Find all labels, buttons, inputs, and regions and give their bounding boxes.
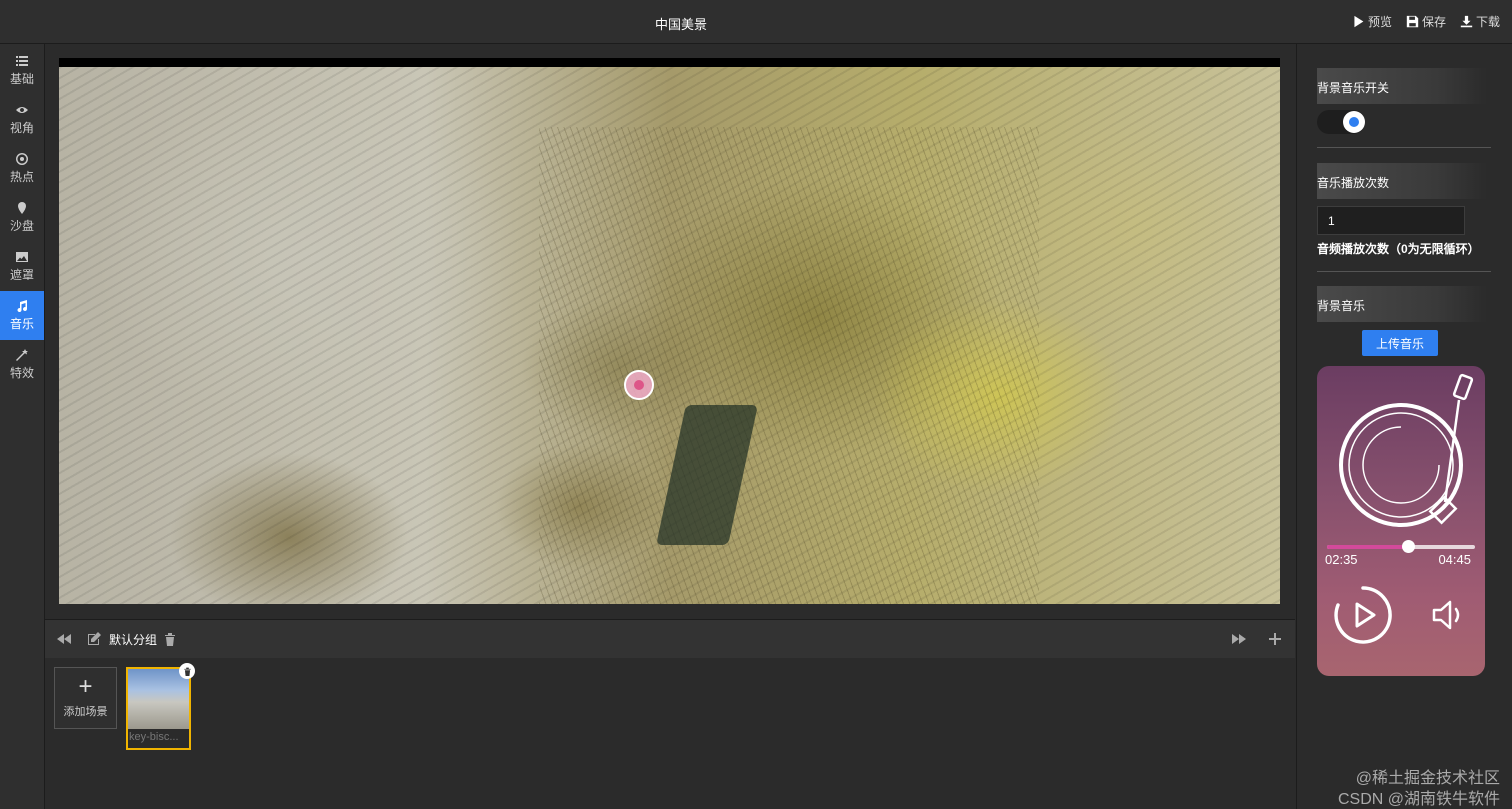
music-player: 02:35 04:45 — [1317, 366, 1485, 676]
left-sidebar: 基础 视角 热点 沙盘 遮罩 音乐 特效 — [0, 44, 45, 809]
bgm-title: 背景音乐 — [1317, 286, 1487, 322]
sidebar-item-effects[interactable]: 特效 — [0, 340, 44, 389]
sidebar-item-music[interactable]: 音乐 — [0, 291, 44, 340]
panorama-viewer[interactable] — [59, 58, 1280, 604]
magic-wand-icon — [16, 348, 28, 361]
add-scene-button[interactable]: + 添加场景 — [54, 667, 117, 729]
list-icon — [16, 55, 28, 66]
sidebar-item-label: 遮罩 — [9, 267, 34, 282]
project-title: 中国美景 — [654, 17, 707, 32]
download-label: 下载 — [1475, 15, 1500, 29]
play-count-hint: 音频播放次数（0为无限循环） — [1317, 242, 1480, 256]
eye-icon — [16, 106, 28, 113]
plus-icon: + — [78, 673, 93, 700]
map-pin-icon — [18, 201, 26, 214]
hotspot-marker[interactable] — [624, 370, 654, 400]
progress-thumb[interactable] — [1402, 540, 1416, 553]
sidebar-item-label: 音乐 — [9, 316, 34, 331]
preview-button[interactable]: 预览 — [1352, 13, 1392, 30]
toggle-knob — [1343, 111, 1365, 133]
progress-fill — [1327, 545, 1409, 549]
scene-card[interactable]: key-bisc... — [126, 663, 195, 750]
scene-list: + 添加场景 key-bisc... — [54, 663, 195, 750]
sidebar-item-mask[interactable]: 遮罩 — [0, 242, 44, 291]
top-actions: 预览 保存 下载 — [1352, 13, 1500, 30]
volume-icon[interactable] — [1431, 598, 1465, 632]
watermark-line2: CSDN @湖南铁牛软件 — [1337, 791, 1500, 808]
divider — [1317, 147, 1491, 148]
total-time: 04:45 — [1438, 552, 1471, 567]
upload-music-button[interactable]: 上传音乐 — [1362, 330, 1438, 356]
save-icon — [1406, 15, 1419, 28]
scene-delete-button[interactable] — [179, 663, 195, 679]
target-icon — [16, 152, 28, 165]
sidebar-item-label: 视角 — [9, 120, 34, 135]
scene-thumbnail — [128, 669, 189, 729]
play-button[interactable] — [1334, 586, 1392, 644]
group-bar: 默认分组 — [45, 620, 1295, 658]
play-icon — [1354, 15, 1364, 28]
fast-forward-icon[interactable] — [1232, 632, 1246, 646]
bgm-toggle[interactable] — [1317, 110, 1365, 134]
playback-progress-bar[interactable] — [1327, 540, 1475, 553]
download-button[interactable]: 下载 — [1460, 13, 1500, 30]
sidebar-item-hotspot[interactable]: 热点 — [0, 144, 44, 193]
save-button[interactable]: 保存 — [1406, 13, 1446, 30]
panorama-image[interactable] — [59, 67, 1280, 604]
trash-icon[interactable] — [163, 632, 177, 646]
rewind-icon[interactable] — [57, 632, 71, 646]
add-scene-label: 添加场景 — [63, 706, 108, 718]
edit-icon[interactable] — [87, 632, 101, 646]
download-icon — [1460, 15, 1473, 28]
current-time: 02:35 — [1325, 552, 1358, 567]
sidebar-item-label: 沙盘 — [9, 218, 34, 233]
scene-name: key-bisc... — [129, 731, 179, 743]
play-count-title: 音乐播放次数 — [1317, 163, 1487, 199]
sidebar-item-sandbox[interactable]: 沙盘 — [0, 193, 44, 242]
play-count-input[interactable] — [1317, 206, 1465, 235]
sidebar-item-basic[interactable]: 基础 — [0, 46, 44, 95]
editor-stage — [45, 44, 1295, 619]
preview-label: 预览 — [1367, 15, 1392, 29]
tonearm-icon — [1428, 373, 1474, 525]
sidebar-item-label: 热点 — [9, 169, 34, 184]
scene-panel: 默认分组 + 添加场景 key-bisc... — [45, 619, 1295, 809]
music-icon — [17, 299, 28, 312]
group-name: 默认分组 — [109, 633, 158, 647]
top-bar: 中国美景 预览 保存 下载 — [0, 0, 1512, 44]
sidebar-item-label: 基础 — [9, 71, 34, 86]
image-icon — [16, 251, 28, 262]
plus-icon[interactable] — [1268, 632, 1282, 646]
bgm-switch-title: 背景音乐开关 — [1317, 68, 1487, 104]
sidebar-item-view[interactable]: 视角 — [0, 95, 44, 144]
sidebar-item-label: 特效 — [9, 365, 34, 380]
save-label: 保存 — [1421, 15, 1446, 29]
trash-icon — [183, 667, 191, 676]
music-settings-panel: 背景音乐开关 音乐播放次数 音频播放次数（0为无限循环） 背景音乐 上传音乐 0… — [1296, 44, 1512, 809]
divider — [1317, 271, 1491, 272]
